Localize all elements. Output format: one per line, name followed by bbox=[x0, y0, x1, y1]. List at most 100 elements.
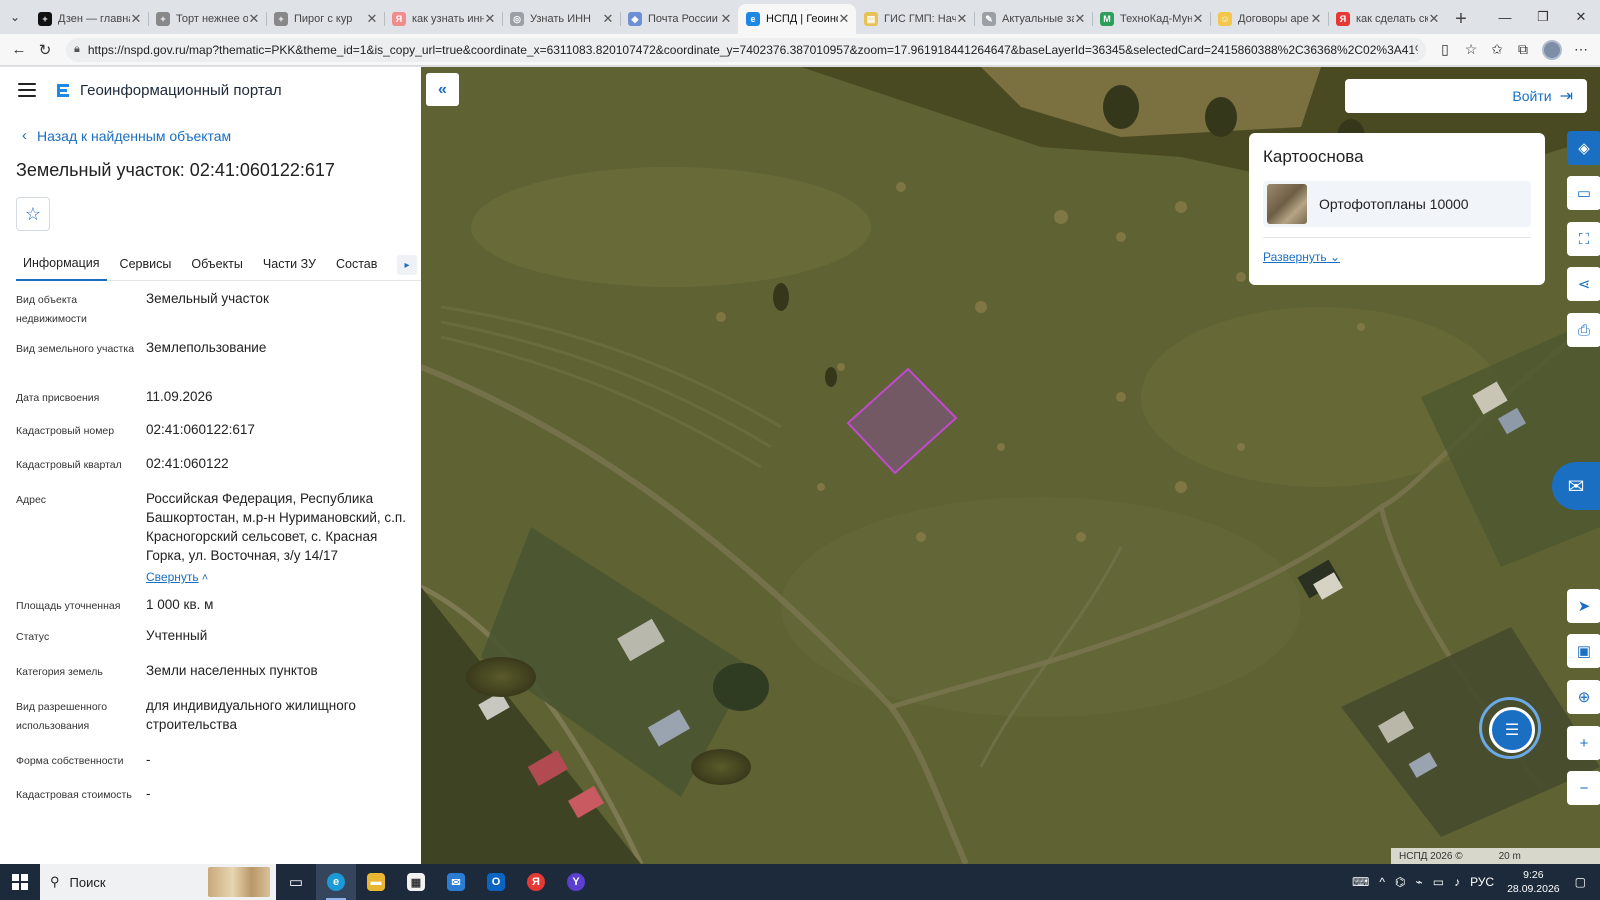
add-to-favorites-button[interactable]: ☆ bbox=[16, 197, 50, 231]
touch-keyboard-icon[interactable]: ⌨ bbox=[1352, 875, 1369, 889]
language-indicator[interactable]: РУС bbox=[1470, 875, 1494, 889]
yandex-app-icon[interactable]: Y bbox=[556, 864, 596, 900]
clock-date: 28.09.2026 bbox=[1507, 883, 1560, 895]
close-tab-icon[interactable]: ✕ bbox=[956, 11, 968, 27]
tab-favicon-icon: + bbox=[274, 12, 288, 26]
basemap-layer-name: Ортофотопланы 10000 bbox=[1319, 196, 1469, 212]
lock-icon[interactable]: 🔒︎ bbox=[74, 43, 80, 56]
start-button[interactable] bbox=[0, 864, 40, 900]
browser-tab[interactable]: + Торт нежнее о ✕ bbox=[148, 4, 266, 34]
minimize-icon[interactable]: — bbox=[1486, 0, 1524, 34]
close-tab-icon[interactable]: ✕ bbox=[248, 11, 260, 27]
mail-icon[interactable]: ✉ bbox=[436, 864, 476, 900]
tray-expand-icon[interactable]: ^ bbox=[1379, 875, 1385, 889]
tab-information[interactable]: Информация bbox=[16, 247, 107, 281]
close-tab-icon[interactable]: ✕ bbox=[838, 11, 850, 27]
property-row: Вид объекта недвижимости Земельный участо… bbox=[16, 289, 421, 338]
tab-favicon-icon: + bbox=[156, 12, 170, 26]
print-icon[interactable]: ⎙ bbox=[1567, 313, 1600, 347]
select-area-icon[interactable]: ⛶ bbox=[1567, 222, 1600, 256]
property-row: Кадастровая стоимость - bbox=[16, 784, 421, 824]
tab-title: Узнать ИНН bbox=[530, 13, 591, 25]
browser-tab[interactable]: ◆ Почта России ✕ bbox=[620, 4, 738, 34]
close-tab-icon[interactable]: ✕ bbox=[1428, 11, 1440, 27]
property-value-cell: - bbox=[146, 784, 410, 824]
close-tab-icon[interactable]: ✕ bbox=[366, 11, 378, 27]
wifi-off-icon[interactable]: ⌁ bbox=[1415, 875, 1422, 889]
property-value-cell: Земли населенных пунктов bbox=[146, 661, 410, 696]
expand-link[interactable]: Развернуть ⌄ bbox=[1263, 250, 1340, 264]
zoom-in-button[interactable]: + bbox=[1567, 726, 1600, 760]
map-view[interactable]: « Войти ⇥ Картооснова Ортофотопланы 1000… bbox=[421, 67, 1600, 864]
more-options-icon[interactable]: ⋯ bbox=[1568, 37, 1594, 63]
battery-icon[interactable]: ▭ bbox=[1433, 875, 1444, 889]
browser-tab[interactable]: + Пирог с кур ✕ bbox=[266, 4, 384, 34]
close-window-icon[interactable]: ✕ bbox=[1562, 0, 1600, 34]
url-field[interactable]: 🔒︎ https://nspd.gov.ru/map?thematic=PKK&… bbox=[66, 37, 1426, 62]
restore-icon[interactable]: ❐ bbox=[1524, 0, 1562, 34]
locate-icon[interactable]: ⊕ bbox=[1567, 680, 1600, 714]
basemap-card: Картооснова Ортофотопланы 10000 Разверну… bbox=[1249, 133, 1545, 285]
close-tab-icon[interactable]: ✕ bbox=[1192, 11, 1204, 27]
close-tab-icon[interactable]: ✕ bbox=[720, 11, 732, 27]
browser-tab[interactable]: e НСПД | Геоинф ✕ bbox=[738, 4, 856, 34]
new-tab-button[interactable]: + bbox=[1446, 4, 1476, 34]
navigate-icon[interactable]: ➤ bbox=[1567, 589, 1600, 623]
reload-icon[interactable]: ↻ bbox=[32, 37, 58, 63]
favorite-star-icon[interactable]: ☆ bbox=[1458, 37, 1484, 63]
list-menu-button[interactable]: ☰ bbox=[1489, 707, 1535, 753]
edge-browser-icon[interactable]: e bbox=[316, 864, 356, 900]
assistant-chat-button[interactable]: ✉ bbox=[1552, 462, 1600, 510]
reader-mode-icon[interactable]: ▯ bbox=[1432, 37, 1458, 63]
close-tab-icon[interactable]: ✕ bbox=[1310, 11, 1322, 27]
profile-avatar[interactable] bbox=[1542, 39, 1562, 60]
browser-tab[interactable]: ▤ ГИС ГМП: Нач ✕ bbox=[856, 4, 974, 34]
back-to-results-link[interactable]: ‹ Назад к найденным объектам bbox=[22, 127, 421, 144]
layers-icon[interactable]: ◈ bbox=[1567, 131, 1600, 165]
browser-tab[interactable]: Якак узнать инн ✕ bbox=[384, 4, 502, 34]
store-icon[interactable]: ▦ bbox=[396, 864, 436, 900]
favorites-bar-icon[interactable]: ✩ bbox=[1484, 37, 1510, 63]
minimap-icon[interactable]: ▣ bbox=[1567, 634, 1600, 668]
file-explorer-icon[interactable]: ▬ bbox=[356, 864, 396, 900]
browser-tab[interactable]: ☺ Договоры аре ✕ bbox=[1210, 4, 1328, 34]
browser-tab[interactable]: + Дзен — главна ✕ bbox=[30, 4, 148, 34]
browser-tab[interactable]: Якак сделать скр ✕ bbox=[1328, 4, 1446, 34]
network-icon[interactable]: ⌬ bbox=[1395, 875, 1405, 889]
tab-services[interactable]: Сервисы bbox=[113, 247, 179, 281]
collapse-address-link[interactable]: Свернуть ˄ bbox=[146, 567, 410, 588]
browser-tab[interactable]: M ТехноКад-Мун ✕ bbox=[1092, 4, 1210, 34]
basemap-layer-item[interactable]: Ортофотопланы 10000 bbox=[1263, 181, 1531, 227]
close-tab-icon[interactable]: ✕ bbox=[1074, 11, 1086, 27]
close-tab-icon[interactable]: ✕ bbox=[130, 11, 142, 27]
property-value: Земельный участок bbox=[146, 291, 269, 306]
tab-search-icon[interactable]: ⌄ bbox=[0, 0, 30, 34]
ruler-icon[interactable]: ▭ bbox=[1567, 176, 1600, 210]
collections-icon[interactable]: ⧉ bbox=[1510, 37, 1536, 63]
task-view-icon[interactable]: ▭ bbox=[276, 864, 316, 900]
tab-composition[interactable]: Состав bbox=[329, 247, 384, 281]
close-tab-icon[interactable]: ✕ bbox=[484, 11, 496, 27]
property-row: Дата присвоения 11.09.2026 bbox=[16, 387, 421, 420]
clock[interactable]: 9:26 28.09.2026 bbox=[1507, 868, 1560, 896]
browser-tab[interactable]: ✎ Актуальные за ✕ bbox=[974, 4, 1092, 34]
zoom-out-button[interactable]: − bbox=[1567, 771, 1600, 805]
volume-icon[interactable]: ♪ bbox=[1454, 875, 1460, 889]
tab-parts[interactable]: Части ЗУ bbox=[256, 247, 323, 281]
taskbar-search[interactable]: ⚲ Поиск bbox=[40, 864, 276, 900]
login-button[interactable]: Войти ⇥ bbox=[1345, 79, 1587, 113]
tabs-scroll-right-icon[interactable]: ▸ bbox=[397, 255, 417, 275]
chevron-up-icon: ˄ bbox=[198, 572, 209, 584]
outlook-icon[interactable]: O bbox=[476, 864, 516, 900]
tab-title: ГИС ГМП: Нач bbox=[884, 13, 956, 25]
yandex-browser-icon[interactable]: Я bbox=[516, 864, 556, 900]
collapse-panel-button[interactable]: « bbox=[426, 73, 459, 106]
menu-icon[interactable] bbox=[18, 83, 36, 97]
share-icon[interactable]: ⋖ bbox=[1567, 267, 1600, 301]
url-text: https://nspd.gov.ru/map?thematic=PKK&the… bbox=[87, 42, 1418, 57]
back-arrow-icon[interactable]: ← bbox=[6, 37, 32, 63]
close-tab-icon[interactable]: ✕ bbox=[602, 11, 614, 27]
tab-objects[interactable]: Объекты bbox=[184, 247, 250, 281]
notifications-icon[interactable]: ▢ bbox=[1575, 875, 1586, 889]
browser-tab[interactable]: ◎ Узнать ИНН ✕ bbox=[502, 4, 620, 34]
